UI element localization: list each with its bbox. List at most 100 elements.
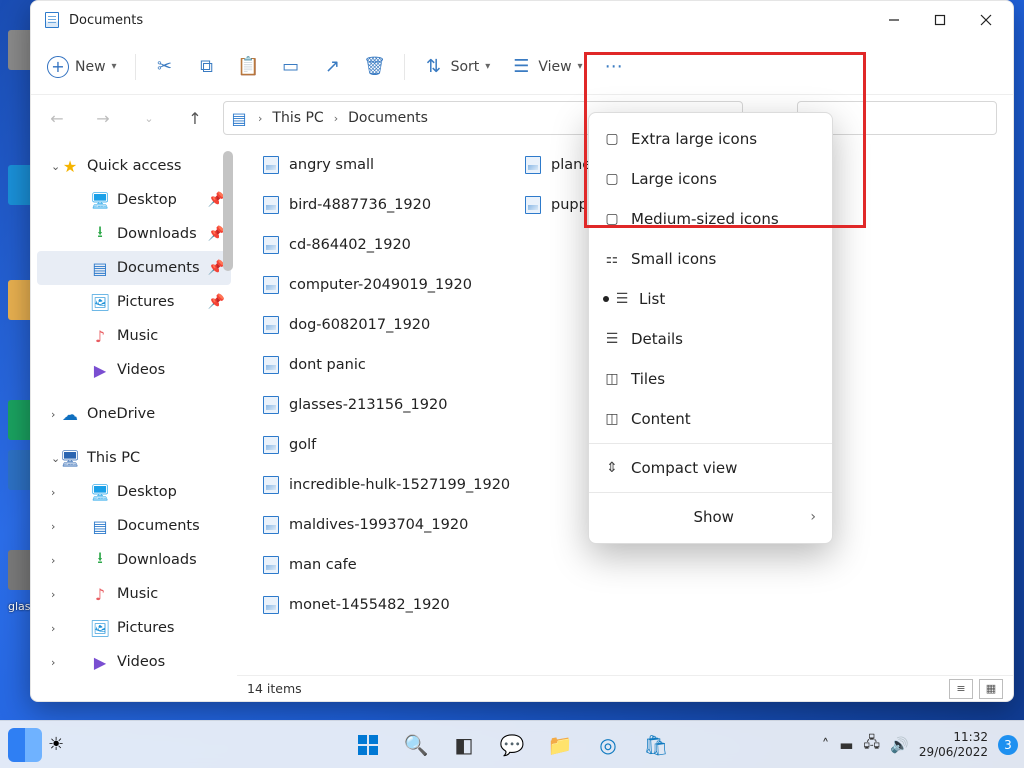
expand-icon[interactable]: ›	[51, 486, 55, 499]
view-button[interactable]: ☰ View ▾	[500, 47, 592, 87]
toolbar: + New ▾ ✂ ⧉ 📋 ▭ ↗ 🗑 ⇅ Sort ▾ ☰ View ▾ ⋯	[31, 39, 1013, 95]
collapse-icon[interactable]: ⌄	[51, 160, 60, 173]
file-item[interactable]: cd-864402_1920	[257, 231, 517, 259]
image-file-icon	[263, 156, 279, 174]
menu-compact-view[interactable]: ⇕Compact view	[589, 448, 832, 488]
file-item[interactable]: man cafe	[257, 551, 517, 579]
file-item[interactable]: dog-6082017_1920	[257, 311, 517, 339]
view-details-toggle[interactable]: ≡	[949, 679, 973, 699]
explorer-taskbar-button[interactable]: 📁	[540, 725, 580, 765]
sidebar-pc-documents[interactable]: ›▤Documents	[37, 509, 231, 543]
forward-button[interactable]: →	[85, 100, 121, 136]
taskbar[interactable]: ☀ 🔍 ◧ 💬 📁 ◎ 🛍 ˄ ▬ 🖧 🔊 11:32 29/06/2022 3	[0, 720, 1024, 768]
copy-button[interactable]: ⧉	[186, 47, 228, 87]
expand-icon[interactable]: ›	[51, 588, 55, 601]
start-button[interactable]	[348, 725, 388, 765]
file-name: glasses-213156_1920	[289, 397, 447, 413]
pictures-icon: 🖼	[91, 619, 109, 637]
sidebar-item-music[interactable]: ♪Music	[37, 319, 231, 353]
image-file-icon	[263, 396, 279, 414]
delete-button[interactable]: 🗑	[354, 47, 396, 87]
expand-icon[interactable]: ›	[51, 656, 55, 669]
time: 11:32	[919, 730, 988, 744]
file-item[interactable]: monet-1455482_1920	[257, 591, 517, 619]
file-item[interactable]: computer-2049019_1920	[257, 271, 517, 299]
recent-dropdown[interactable]: ⌄	[131, 100, 167, 136]
view-dropdown-menu: ▢Extra large icons ▢Large icons ▢Medium-…	[588, 112, 833, 544]
sidebar-quick-access[interactable]: ⌄★Quick access	[37, 149, 231, 183]
list-icon: ☰	[613, 291, 631, 307]
tray-expand-button[interactable]: ˄	[822, 736, 830, 754]
sidebar-pc-downloads[interactable]: ›⭳Downloads	[37, 543, 231, 577]
weather-icon[interactable]: ☀	[48, 734, 64, 755]
file-item[interactable]: dont panic	[257, 351, 517, 379]
file-item[interactable]: maldives-1993704_1920	[257, 511, 517, 539]
plus-icon: +	[47, 56, 69, 78]
menu-extra-large-icons[interactable]: ▢Extra large icons	[589, 119, 832, 159]
sidebar-item-downloads[interactable]: ⭳Downloads📌	[37, 217, 231, 251]
crumb-this-pc[interactable]: This PC	[272, 110, 323, 126]
file-item[interactable]: bird-4887736_1920	[257, 191, 517, 219]
file-item[interactable]: incredible-hulk-1527199_1920	[257, 471, 517, 499]
file-item[interactable]: angry small	[257, 151, 517, 179]
share-button[interactable]: ↗	[312, 47, 354, 87]
store-taskbar-button[interactable]: 🛍	[636, 725, 676, 765]
expand-icon[interactable]: ›	[51, 622, 55, 635]
file-name: angry small	[289, 157, 374, 173]
sidebar: ⌄★Quick access 🖥Desktop📌 ⭳Downloads📌 ▤Do…	[31, 141, 237, 701]
sidebar-pc-music[interactable]: ›♪Music	[37, 577, 231, 611]
menu-large-icons[interactable]: ▢Large icons	[589, 159, 832, 199]
item-count: 14 items	[247, 681, 302, 696]
sidebar-pc-pictures[interactable]: ›🖼Pictures	[37, 611, 231, 645]
expand-icon[interactable]: ›	[51, 554, 55, 567]
teams-chat-button[interactable]: 💬	[492, 725, 532, 765]
minimize-button[interactable]	[871, 1, 917, 39]
sidebar-item-videos[interactable]: ▶Videos	[37, 353, 231, 387]
up-button[interactable]: ↑	[177, 100, 213, 136]
more-button[interactable]: ⋯	[593, 47, 635, 87]
menu-small-icons[interactable]: ⚏Small icons	[589, 239, 832, 279]
back-button[interactable]: ←	[39, 100, 75, 136]
tray-app-icon[interactable]: ▬	[839, 736, 853, 754]
crumb-documents[interactable]: Documents	[348, 110, 428, 126]
file-name: maldives-1993704_1920	[289, 517, 468, 533]
sidebar-this-pc[interactable]: ⌄🖥This PC	[37, 441, 231, 475]
rename-button[interactable]: ▭	[270, 47, 312, 87]
file-item[interactable]: glasses-213156_1920	[257, 391, 517, 419]
paste-button[interactable]: 📋	[228, 47, 270, 87]
volume-icon[interactable]: 🔊	[890, 736, 909, 754]
sort-icon: ⇅	[423, 56, 445, 77]
sidebar-item-pictures[interactable]: 🖼Pictures📌	[37, 285, 231, 319]
expand-icon[interactable]: ›	[51, 520, 55, 533]
collapse-icon[interactable]: ⌄	[51, 452, 60, 465]
window-title: Documents	[69, 13, 143, 28]
widgets-button[interactable]	[8, 728, 42, 762]
edge-taskbar-button[interactable]: ◎	[588, 725, 628, 765]
sidebar-item-documents[interactable]: ▤Documents📌	[37, 251, 231, 285]
clock[interactable]: 11:32 29/06/2022	[919, 730, 988, 759]
sort-button[interactable]: ⇅ Sort ▾	[413, 47, 501, 87]
expand-icon[interactable]: ›	[51, 408, 55, 421]
videos-icon: ▶	[91, 653, 109, 671]
search-button[interactable]: 🔍	[396, 725, 436, 765]
notification-badge[interactable]: 3	[998, 735, 1018, 755]
sidebar-pc-videos[interactable]: ›▶Videos	[37, 645, 231, 679]
close-button[interactable]	[963, 1, 1009, 39]
sidebar-pc-desktop[interactable]: ›🖥Desktop	[37, 475, 231, 509]
title-bar[interactable]: Documents	[31, 1, 1013, 39]
menu-show[interactable]: Show›	[589, 497, 832, 537]
menu-list[interactable]: ☰List	[589, 279, 832, 319]
new-button[interactable]: + New ▾	[37, 47, 127, 87]
sidebar-onedrive[interactable]: ›☁OneDrive	[37, 397, 231, 431]
sidebar-item-desktop[interactable]: 🖥Desktop📌	[37, 183, 231, 217]
menu-details[interactable]: ☰Details	[589, 319, 832, 359]
network-icon[interactable]: 🖧	[863, 732, 880, 757]
view-icons-toggle[interactable]: ▦	[979, 679, 1003, 699]
menu-content[interactable]: ◫Content	[589, 399, 832, 439]
file-item[interactable]: golf	[257, 431, 517, 459]
maximize-button[interactable]	[917, 1, 963, 39]
task-view-button[interactable]: ◧	[444, 725, 484, 765]
menu-tiles[interactable]: ◫Tiles	[589, 359, 832, 399]
cut-button[interactable]: ✂	[144, 47, 186, 87]
menu-medium-icons[interactable]: ▢Medium-sized icons	[589, 199, 832, 239]
